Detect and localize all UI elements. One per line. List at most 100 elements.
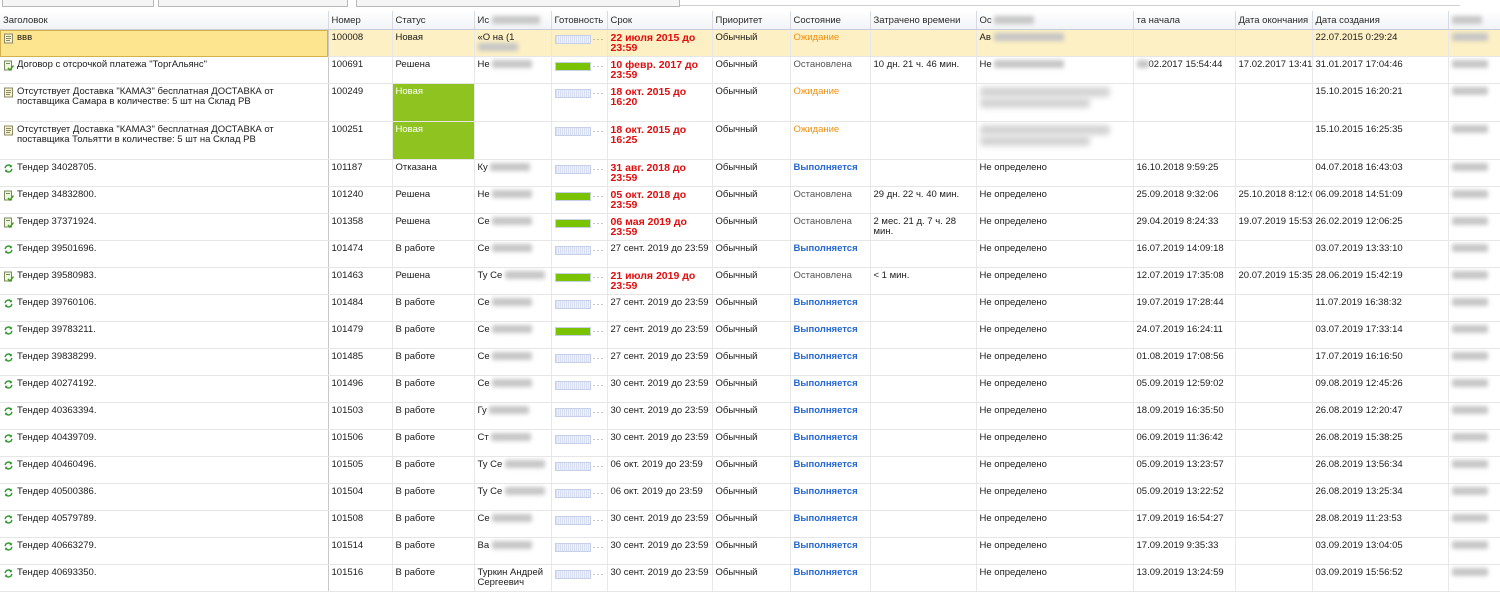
refresh-icon: [3, 568, 14, 579]
redacted-text: [979, 125, 1110, 135]
cell-end: [1235, 348, 1313, 376]
cell-start: [1133, 83, 1236, 122]
progress-track: [554, 126, 591, 136]
cell-basis: Не определено: [976, 483, 1134, 511]
cell-title[interactable]: Тендер 40500386.: [0, 483, 329, 511]
col-header-basis[interactable]: Ос: [976, 11, 1134, 30]
table-row[interactable]: Тендер 40274192. 101496 В работе Се ··· …: [0, 375, 1500, 403]
progress-bar: ···: [554, 245, 605, 255]
cell-number: 101505: [328, 456, 393, 484]
table-row[interactable]: Тендер 40693350. 101516 В работе Туркин …: [0, 564, 1500, 592]
table-row[interactable]: Тендер 40439709. 101506 В работе Ст ··· …: [0, 429, 1500, 457]
cell-spent: [870, 402, 977, 430]
cell-title[interactable]: Тендер 39783211.: [0, 321, 329, 349]
col-header-title[interactable]: Заголовок: [0, 11, 329, 30]
cell-title[interactable]: Тендер 40693350.: [0, 564, 329, 592]
cell-title[interactable]: Тендер 39838299.: [0, 348, 329, 376]
toolbar-button-group-3[interactable]: [356, 0, 680, 7]
col-header-spent[interactable]: Затрачено времени: [870, 11, 977, 30]
cell-status: Решена: [392, 213, 475, 241]
table-row[interactable]: Тендер 34028705. 101187 Отказана Ку ··· …: [0, 159, 1500, 187]
col-header-status[interactable]: Статус: [392, 11, 475, 30]
table-row[interactable]: Отсутствует Доставка "КАМАЗ" бесплатная …: [0, 83, 1500, 122]
cell-title[interactable]: Тендер 37371924.: [0, 213, 329, 241]
progress-more-icon: ···: [592, 164, 605, 174]
progress-bar: ···: [554, 326, 605, 336]
cell-title[interactable]: Отсутствует Доставка "КАМАЗ" бесплатная …: [0, 121, 329, 160]
col-header-deadline[interactable]: Срок: [607, 11, 713, 30]
col-header-extra[interactable]: [1448, 11, 1500, 30]
table-row[interactable]: Тендер 34832800. 101240 Решена Не ··· 05…: [0, 186, 1500, 214]
col-header-end[interactable]: Дата окончания: [1235, 11, 1313, 30]
cell-title[interactable]: Тендер 40663279.: [0, 537, 329, 565]
col-header-created[interactable]: Дата создания: [1312, 11, 1449, 30]
task-title: Тендер 40579789.: [17, 513, 97, 524]
table-row[interactable]: Тендер 40663279. 101514 В работе Ва ··· …: [0, 537, 1500, 565]
cell-deadline: 06 окт. 2019 до 23:59: [607, 456, 713, 484]
progress-track: [554, 434, 591, 444]
basis-text: Не определено: [979, 270, 1047, 281]
cell-title[interactable]: ввв: [0, 29, 329, 57]
cell-number: 101358: [328, 213, 393, 241]
table-row[interactable]: Тендер 40579789. 101508 В работе Се ··· …: [0, 510, 1500, 538]
toolbar-button-group-1[interactable]: [2, 0, 154, 7]
cell-basis: Не определено: [976, 348, 1134, 376]
col-header-priority[interactable]: Приоритет: [712, 11, 791, 30]
redacted-text: [491, 433, 532, 442]
grid-body: ввв 100008 Новая «О на (1 ··· 22 июля 20…: [0, 29, 1500, 592]
col-header-number[interactable]: Номер: [328, 11, 393, 30]
table-row[interactable]: ввв 100008 Новая «О на (1 ··· 22 июля 20…: [0, 29, 1500, 57]
cell-title[interactable]: Тендер 39760106.: [0, 294, 329, 322]
cell-title[interactable]: Тендер 40439709.: [0, 429, 329, 457]
cell-title[interactable]: Тендер 34832800.: [0, 186, 329, 214]
cell-deadline: 22 июля 2015 до 23:59: [607, 29, 713, 57]
cell-spent: [870, 429, 977, 457]
cell-title[interactable]: Тендер 39501696.: [0, 240, 329, 268]
col-header-ready[interactable]: Готовность: [551, 11, 608, 30]
cell-title[interactable]: Тендер 39580983.: [0, 267, 329, 295]
basis-text: Не: [979, 59, 992, 70]
cell-status: В работе: [392, 348, 475, 376]
table-row[interactable]: Тендер 39580983. 101463 Решена Ту Се ···…: [0, 267, 1500, 295]
cell-deadline: 30 сент. 2019 до 23:59: [607, 402, 713, 430]
task-title: Тендер 39783211.: [17, 324, 96, 335]
cell-title[interactable]: Тендер 34028705.: [0, 159, 329, 187]
cell-title[interactable]: Договор с отсрочкой платежа "ТоргАльянс": [0, 56, 329, 84]
table-row[interactable]: Тендер 40363394. 101503 В работе Гу ··· …: [0, 402, 1500, 430]
table-row[interactable]: Договор с отсрочкой платежа "ТоргАльянс"…: [0, 56, 1500, 84]
cell-title[interactable]: Тендер 40274192.: [0, 375, 329, 403]
col-header-condition[interactable]: Состояние: [790, 11, 871, 30]
progress-more-icon: ···: [592, 380, 605, 390]
table-row[interactable]: Тендер 37371924. 101358 Решена Се ··· 06…: [0, 213, 1500, 241]
redacted-text: [1451, 190, 1488, 199]
table-row[interactable]: Тендер 39838299. 101485 В работе Се ··· …: [0, 348, 1500, 376]
col-header-executor[interactable]: Ис: [474, 11, 552, 30]
cell-spent: [870, 483, 977, 511]
table-row[interactable]: Тендер 39501696. 101474 В работе Се ··· …: [0, 240, 1500, 268]
cell-title[interactable]: Тендер 40363394.: [0, 402, 329, 430]
refresh-icon: [3, 406, 14, 417]
toolbar-button-group-2[interactable]: [158, 0, 348, 7]
cell-basis: Не определено: [976, 213, 1134, 241]
cell-spent: [870, 375, 977, 403]
table-row[interactable]: Тендер 40460496. 101505 В работе Ту Се ·…: [0, 456, 1500, 484]
refresh-icon: [3, 487, 14, 498]
cell-condition: Выполняется: [790, 402, 871, 430]
cell-title[interactable]: Отсутствует Доставка "КАМАЗ" бесплатная …: [0, 83, 329, 122]
table-row[interactable]: Тендер 39760106. 101484 В работе Се ··· …: [0, 294, 1500, 322]
table-row[interactable]: Тендер 39783211. 101479 В работе Се ··· …: [0, 321, 1500, 349]
table-row[interactable]: Тендер 40500386. 101504 В работе Ту Се ·…: [0, 483, 1500, 511]
table-row[interactable]: Отсутствует Доставка "КАМАЗ" бесплатная …: [0, 121, 1500, 160]
progress-bar: ···: [554, 488, 605, 498]
progress-more-icon: ···: [592, 34, 605, 44]
basis-text: Не определено: [979, 486, 1047, 497]
cell-title[interactable]: Тендер 40460496.: [0, 456, 329, 484]
progress-track: [554, 191, 591, 201]
col-header-start[interactable]: та начала: [1133, 11, 1236, 30]
cell-priority: Обычный: [712, 121, 791, 160]
progress-bar: ···: [554, 434, 605, 444]
basis-text: Не определено: [979, 513, 1047, 524]
redacted-text: [979, 135, 1090, 146]
redacted-text: [490, 163, 531, 172]
cell-title[interactable]: Тендер 40579789.: [0, 510, 329, 538]
